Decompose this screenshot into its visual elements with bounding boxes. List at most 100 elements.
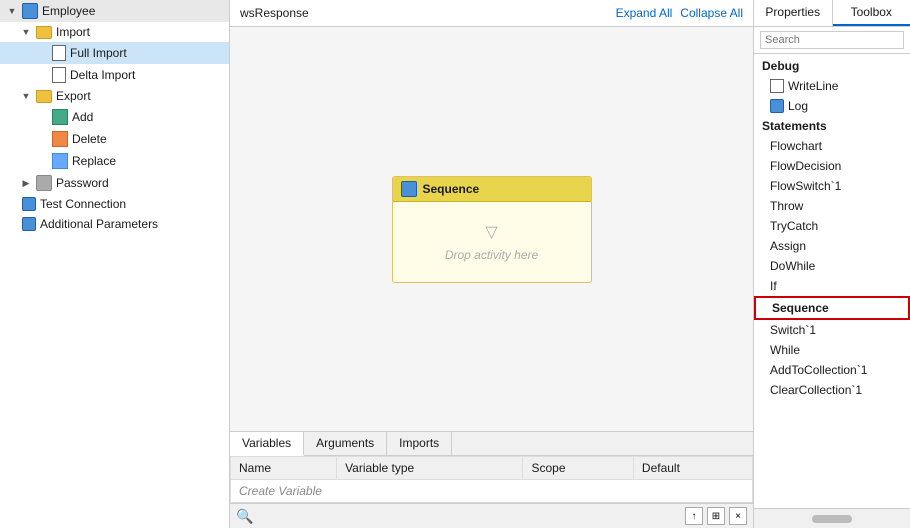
variables-bottom-bar: 🔍 ↑ ⊞ ×: [230, 503, 753, 528]
toolbox-item-switch1[interactable]: Switch`1: [754, 320, 910, 340]
delta-import-icon: [52, 67, 66, 83]
toolbox-item-flowswitch1[interactable]: FlowSwitch`1: [754, 176, 910, 196]
sidebar-item-password[interactable]: ▶ Password: [0, 172, 229, 194]
tab-toolbox[interactable]: Toolbox: [833, 0, 910, 26]
search-area: [754, 27, 910, 54]
tab-variables[interactable]: Variables: [230, 432, 304, 456]
variables-table: Name Variable type Scope Default Create …: [230, 456, 753, 503]
toolbox-item-dowhile[interactable]: DoWhile: [754, 256, 910, 276]
toolbox-item-while[interactable]: While: [754, 340, 910, 360]
full-import-icon: [52, 45, 66, 61]
canvas-content: Sequence ▽ Drop activity here: [230, 27, 753, 431]
toolbox-label-sequence: Sequence: [772, 301, 829, 315]
drop-hint-text: Drop activity here: [445, 248, 538, 262]
sidebar-label-full-import: Full Import: [70, 46, 127, 60]
toolbox-item-writeline[interactable]: WriteLine: [754, 76, 910, 96]
tab-properties[interactable]: Properties: [754, 0, 833, 26]
col-scope: Scope: [523, 457, 633, 480]
toolbox-label-dowhile: DoWhile: [770, 259, 815, 273]
toolbox-label-while: While: [770, 343, 800, 357]
replace-icon: [52, 153, 68, 169]
toolbox-label-addtocollection1: AddToCollection`1: [770, 363, 867, 377]
variables-tabs: Variables Arguments Imports: [230, 432, 753, 456]
expander-export[interactable]: ▼: [20, 90, 32, 102]
sidebar-item-test-connection[interactable]: ▶ Test Connection: [0, 194, 229, 214]
sidebar-item-employee[interactable]: ▼ Employee: [0, 0, 229, 22]
toolbox-item-flowdecision[interactable]: FlowDecision: [754, 156, 910, 176]
additional-parameters-icon: [22, 217, 36, 231]
sequence-icon: [401, 181, 417, 197]
expander-import[interactable]: ▼: [20, 26, 32, 38]
sidebar-label-export: Export: [56, 89, 91, 103]
col-variable-type: Variable type: [337, 457, 523, 480]
toolbox-item-trycatch[interactable]: TryCatch: [754, 216, 910, 236]
var-collapse-button[interactable]: ⊞: [707, 507, 725, 525]
import-folder-icon: [36, 26, 52, 39]
toolbox-label-throw: Throw: [770, 199, 803, 213]
sidebar-item-delta-import[interactable]: ▶ Delta Import: [0, 64, 229, 86]
sequence-header: Sequence: [393, 177, 591, 202]
sidebar-item-additional-parameters[interactable]: ▶ Additional Parameters: [0, 214, 229, 234]
canvas-ws-response-label: wsResponse: [240, 6, 309, 20]
collapse-all-button[interactable]: Collapse All: [680, 6, 743, 20]
sidebar-item-replace[interactable]: ▶ Replace: [0, 150, 229, 172]
sidebar-item-export[interactable]: ▼ Export: [0, 86, 229, 106]
toolbox-label-flowswitch1: FlowSwitch`1: [770, 179, 841, 193]
tab-arguments[interactable]: Arguments: [304, 432, 387, 455]
sidebar-label-additional-parameters: Additional Parameters: [40, 217, 158, 231]
toolbox-label-log: Log: [788, 99, 808, 113]
expander-password[interactable]: ▶: [20, 177, 32, 189]
expander-employee[interactable]: ▼: [6, 5, 18, 17]
toolbox-label-clearcollection1: ClearCollection`1: [770, 383, 862, 397]
toolbox-list: Debug WriteLine Log Statements Flowchart…: [754, 54, 910, 508]
variables-panel: Variables Arguments Imports Name Variabl…: [230, 431, 753, 528]
search-icon[interactable]: 🔍: [236, 508, 253, 525]
scrollbar-thumb[interactable]: [812, 515, 852, 523]
toolbox-label-writeline: WriteLine: [788, 79, 838, 93]
toolbox-label-switch1: Switch`1: [770, 323, 816, 337]
toolbox-item-assign[interactable]: Assign: [754, 236, 910, 256]
right-panel-scrollbar: [754, 508, 910, 528]
test-connection-icon: [22, 197, 36, 211]
delete-icon: [52, 131, 68, 147]
toolbox-label-if: If: [770, 279, 777, 293]
sidebar-item-import[interactable]: ▼ Import: [0, 22, 229, 42]
var-expand-button[interactable]: ↑: [685, 507, 703, 525]
col-default: Default: [633, 457, 752, 480]
toolbox-item-log[interactable]: Log: [754, 96, 910, 116]
toolbox-item-throw[interactable]: Throw: [754, 196, 910, 216]
toolbox-search-input[interactable]: [760, 31, 904, 49]
main-layout: ▼ Employee ▼ Import ▶ Full Import ▶ Delt…: [0, 0, 910, 528]
toolbox-section-statements: Statements: [754, 116, 910, 136]
sidebar-item-full-import[interactable]: ▶ Full Import: [0, 42, 229, 64]
create-variable-cell[interactable]: Create Variable: [231, 480, 753, 503]
tab-imports[interactable]: Imports: [387, 432, 452, 455]
sidebar: ▼ Employee ▼ Import ▶ Full Import ▶ Delt…: [0, 0, 230, 528]
toolbox-item-sequence[interactable]: Sequence: [754, 296, 910, 320]
toolbox-item-flowchart[interactable]: Flowchart: [754, 136, 910, 156]
toolbox-item-clearcollection1[interactable]: ClearCollection`1: [754, 380, 910, 400]
log-icon: [770, 99, 784, 113]
password-icon: [36, 175, 52, 191]
toolbox-label-flowdecision: FlowDecision: [770, 159, 841, 173]
sidebar-label-password: Password: [56, 176, 109, 190]
sidebar-item-add[interactable]: ▶ Add: [0, 106, 229, 128]
expand-all-button[interactable]: Expand All: [616, 6, 673, 20]
export-folder-icon: [36, 90, 52, 103]
toolbox-item-addtocollection1[interactable]: AddToCollection`1: [754, 360, 910, 380]
variables-table-wrap: Name Variable type Scope Default Create …: [230, 456, 753, 503]
toolbox-section-debug: Debug: [754, 56, 910, 76]
sidebar-label-add: Add: [72, 110, 93, 124]
toolbox-label-trycatch: TryCatch: [770, 219, 818, 233]
sequence-body[interactable]: ▽ Drop activity here: [393, 202, 591, 282]
toolbox-item-if[interactable]: If: [754, 276, 910, 296]
sidebar-item-delete[interactable]: ▶ Delete: [0, 128, 229, 150]
sidebar-label-test-connection: Test Connection: [40, 197, 126, 211]
var-close-button[interactable]: ×: [729, 507, 747, 525]
table-row-create[interactable]: Create Variable: [231, 480, 753, 503]
sidebar-label-employee: Employee: [42, 4, 95, 18]
toolbox-label-flowchart: Flowchart: [770, 139, 822, 153]
col-name: Name: [231, 457, 337, 480]
toolbox-label-assign: Assign: [770, 239, 806, 253]
canvas-area: wsResponse Expand All Collapse All Seque…: [230, 0, 753, 528]
